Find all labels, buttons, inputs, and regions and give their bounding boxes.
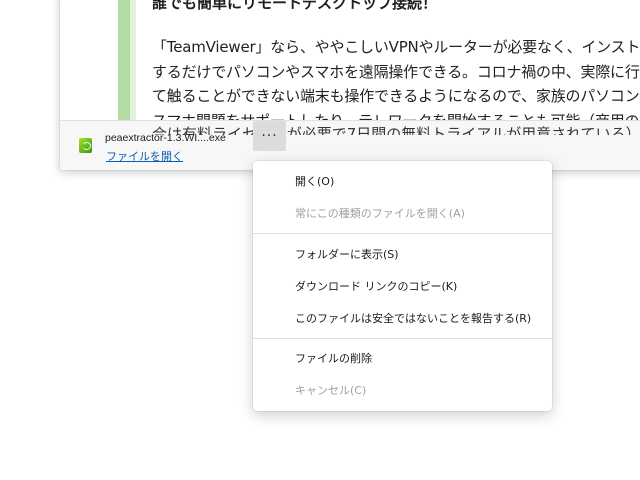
blockquote-accent-bar	[118, 0, 130, 120]
page-content: 誰でも簡単にリモートデスクトップ接続！ 「TeamViewer」なら、ややこしい…	[60, 0, 640, 120]
download-file-name: peaextractor-1.3.WI....exe	[105, 132, 226, 144]
download-context-menu: 開く(O) 常にこの種類のファイルを開く(A) フォルダーに表示(S) ダウンロ…	[253, 161, 552, 411]
menu-item-copy-link[interactable]: ダウンロード リンクのコピー(K)	[253, 272, 552, 302]
article-line: 「TeamViewer」なら、ややこしいVPNやルーターが必要なく、インストー	[152, 38, 640, 56]
menu-item-show-in-folder[interactable]: フォルダーに表示(S)	[253, 240, 552, 270]
menu-item-open[interactable]: 開く(O)	[253, 167, 552, 197]
article-line: するだけでパソコンやスマホを遠隔操作できる。コロナ禍の中、実際に行	[152, 63, 640, 81]
browser-window: 誰でも簡単にリモートデスクトップ接続！ 「TeamViewer」なら、ややこしい…	[60, 0, 640, 170]
menu-separator	[253, 338, 552, 339]
menu-separator	[253, 233, 552, 234]
menu-item-delete-file[interactable]: ファイルの削除	[253, 344, 552, 374]
menu-item-report-unsafe[interactable]: このファイルは安全ではないことを報告する(R)	[253, 304, 552, 334]
article-line: て触ることができない端末も操作できるようになるので、家族のパソコン	[152, 87, 640, 105]
open-file-link[interactable]: ファイルを開く	[106, 148, 183, 164]
menu-item-cancel: キャンセル(C)	[295, 384, 367, 397]
screen: 誰でも簡単にリモートデスクトップ接続！ 「TeamViewer」なら、ややこしい…	[0, 0, 640, 480]
article-heading: 誰でも簡単にリモートデスクトップ接続！	[152, 0, 438, 12]
more-dots-icon: ···	[261, 128, 278, 144]
menu-item-always-open: 常にこの種類のファイルを開く(A)	[295, 207, 465, 220]
blockquote-accent-bar-inner	[130, 0, 136, 120]
more-options-button[interactable]: ···	[253, 121, 286, 151]
peazip-file-icon	[79, 138, 92, 153]
article-line: スマホ問題をサポートしたり、テレワークを開始することも可能（商用の	[152, 110, 640, 120]
